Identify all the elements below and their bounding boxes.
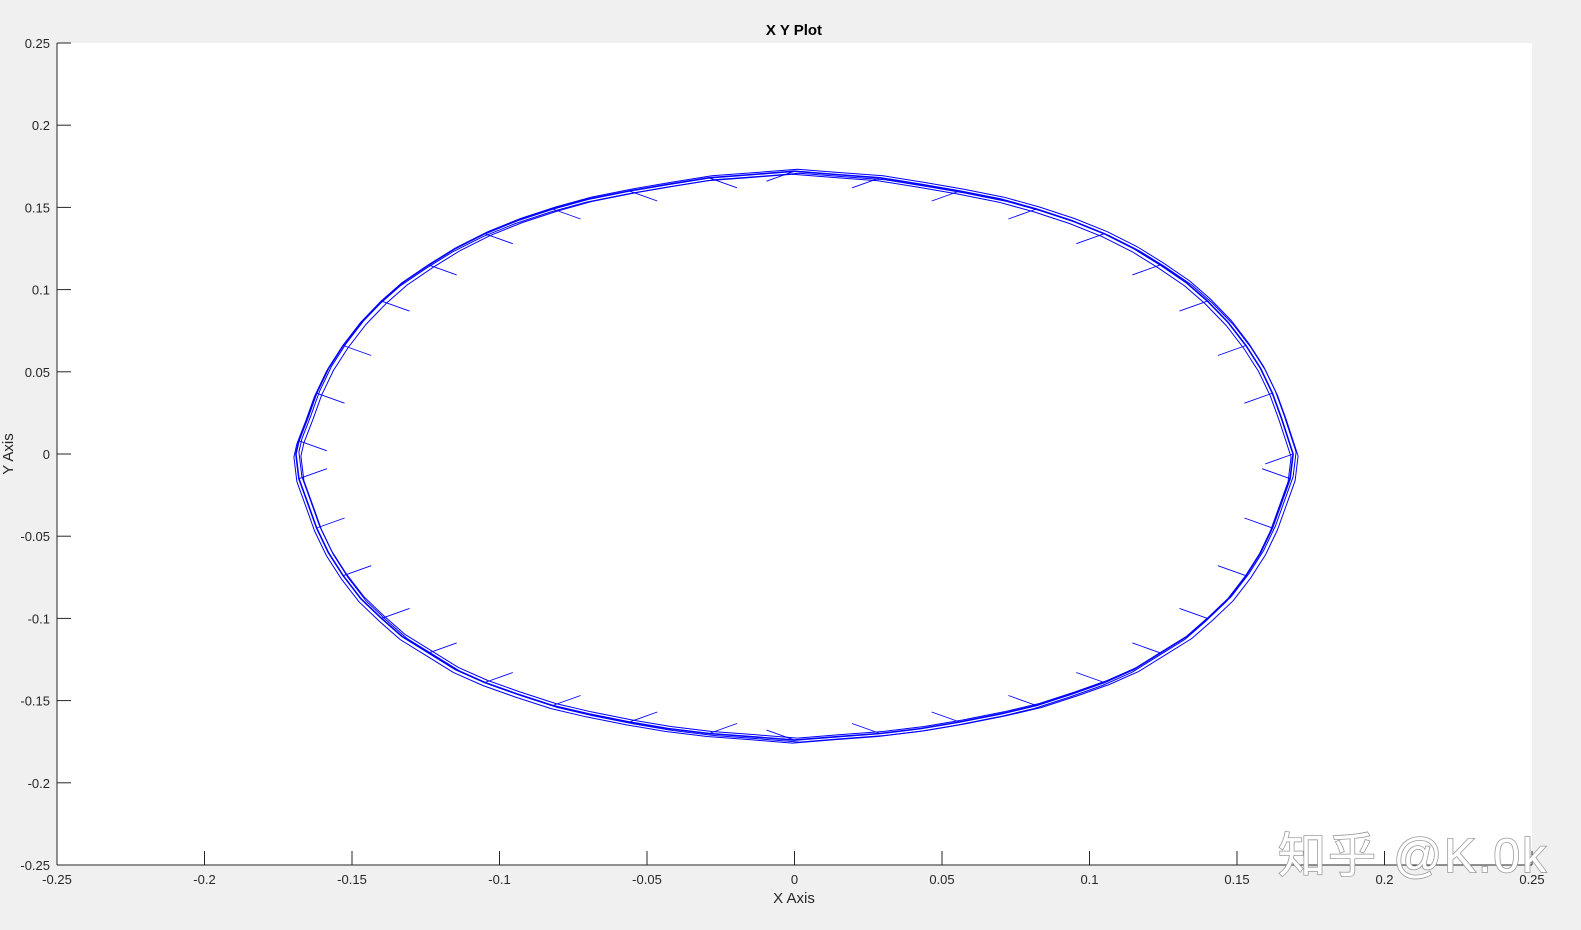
- x-tick-label: -0.1: [488, 872, 510, 887]
- x-tick-label: 0.05: [929, 872, 954, 887]
- x-tick-label: 0.15: [1224, 872, 1249, 887]
- plot-title: X Y Plot: [766, 22, 822, 39]
- x-tick-label: -0.25: [42, 872, 72, 887]
- y-tick-label: 0.05: [25, 365, 50, 380]
- y-tick-label: 0.25: [25, 36, 50, 51]
- y-axis-label: Y Axis: [0, 433, 17, 474]
- y-tick-label: 0: [43, 447, 50, 462]
- y-tick-label: 0.2: [32, 118, 50, 133]
- y-tick-label: -0.15: [20, 694, 50, 709]
- x-tick-label: 0: [791, 872, 798, 887]
- figure-window: -0.25 -0.2 -0.15 -0.1 -0.05 0 0.05 0.1 0.15 0.2 0.…: [0, 0, 1581, 925]
- x-tick-label: 0.1: [1080, 872, 1098, 887]
- y-tick-label: -0.2: [28, 776, 50, 791]
- y-tick-label: 0.1: [32, 283, 50, 298]
- y-tick-label: -0.25: [20, 858, 50, 873]
- x-tick-label: -0.2: [193, 872, 215, 887]
- x-axis-label: X Axis: [773, 890, 815, 907]
- y-tick-label: 0.15: [25, 200, 50, 215]
- y-tick-label: -0.1: [28, 611, 50, 626]
- x-tick-label: -0.05: [632, 872, 662, 887]
- xy-plot-chart: -0.25 -0.2 -0.15 -0.1 -0.05 0 0.05 0.1 0.15 0.2 0.…: [0, 22, 1548, 907]
- y-tick-label: -0.05: [20, 529, 50, 544]
- x-tick-label: -0.15: [337, 872, 367, 887]
- watermark-text: 知乎 @K.0k: [1278, 830, 1548, 883]
